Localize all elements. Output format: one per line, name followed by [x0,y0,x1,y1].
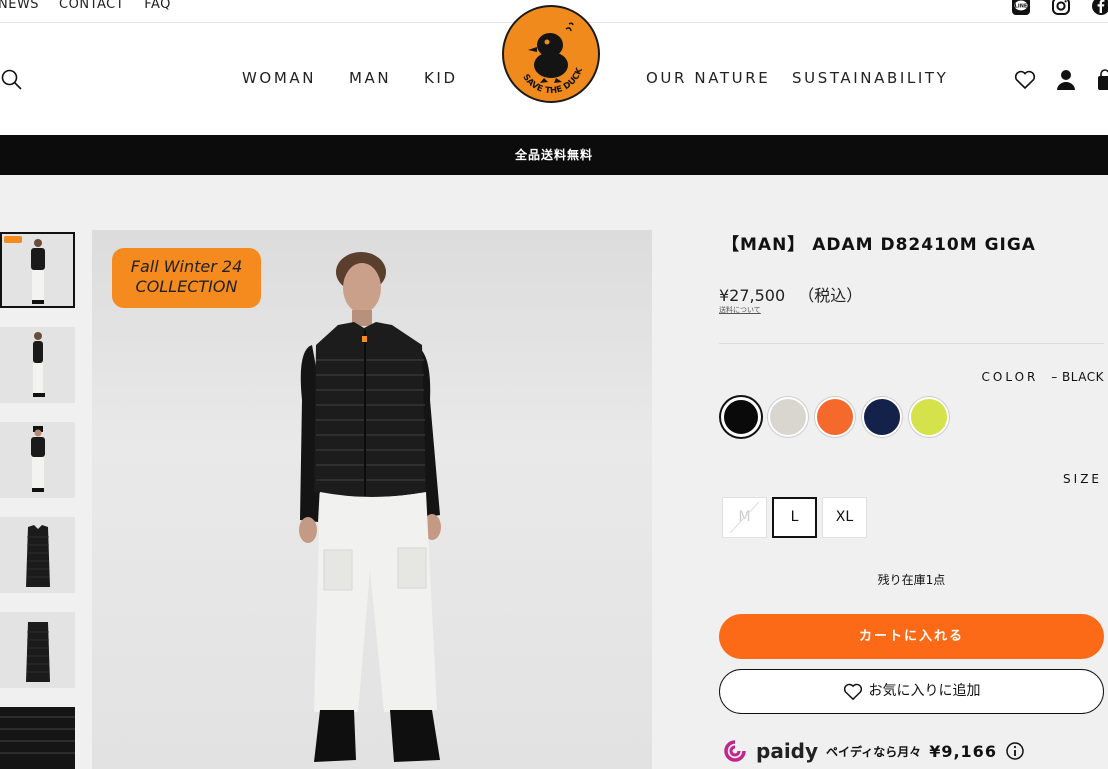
stock-notice: 残り在庫1点 [877,573,946,587]
nav-kid[interactable]: KID [424,69,458,87]
paidy-logo-icon [724,740,746,762]
model-figure [299,252,441,762]
product-title: 【MAN】 ADAM D82410M GIGA [722,235,1036,255]
facebook-icon[interactable] [1090,0,1108,17]
product-main-image[interactable]: Fall Winter 24 COLLECTION [92,230,652,769]
site-header: WOMAN MAN KID SAVE THE DUCK OUR NATURE S… [0,5,1108,135]
thumbnail-hat[interactable] [0,422,75,498]
paidy-installment: paidy ペイディなら月々 ¥9,166 [722,738,1025,764]
color-swatch-beige[interactable] [768,397,808,437]
nav-woman[interactable]: WOMAN [242,69,316,87]
size-options: M L XL [722,497,867,538]
size-option-xl[interactable]: XL [822,497,867,538]
color-label: COLOR – BLACK [982,370,1104,384]
shipping-info-link[interactable]: 送料について [719,305,761,315]
social-links: LINE [1010,0,1108,17]
favorite-label: お気に入りに追加 [868,683,981,699]
paidy-brand: paidy [756,739,819,763]
wishlist-heart-icon[interactable] [1014,70,1036,94]
search-icon[interactable] [0,68,24,92]
color-swatches [721,397,949,437]
thumbnail-vest-back[interactable] [0,612,75,688]
contact-link[interactable]: CONTACT [59,0,124,12]
news-link[interactable]: NEWS [0,0,39,12]
thumbnail-side[interactable] [0,327,75,403]
line-icon[interactable]: LINE [1010,0,1032,17]
info-icon[interactable] [1005,741,1025,761]
nav-sustainability[interactable]: SUSTAINABILITY [792,69,948,87]
price-value: ¥27,500 [719,286,786,305]
color-swatch-lime[interactable] [909,397,949,437]
thumbnail-vest-front[interactable] [0,517,75,593]
header-actions [1014,69,1108,95]
tax-note: （税込） [798,286,863,305]
nav-man[interactable]: MAN [349,69,391,87]
size-option-m[interactable]: M [722,497,767,538]
size-option-l[interactable]: L [772,497,817,538]
paidy-monthly-text: ペイディなら月々 [826,744,922,759]
heart-icon [843,683,862,700]
utility-links: NEWS CONTACT FAQ [0,0,171,12]
color-selected-value: – BLACK [1051,370,1104,384]
divider [719,343,1104,344]
free-shipping-banner: 全品送料無料 [0,135,1108,175]
product-section: Fall Winter 24 COLLECTION 【MAN】 ADAM D82… [0,175,1108,769]
thumbnail-detail[interactable] [0,707,75,769]
nav-our-nature[interactable]: OUR NATURE [646,69,770,87]
faq-link[interactable]: FAQ [144,0,171,12]
svg-text:LINE: LINE [1015,4,1028,10]
color-swatch-navy[interactable] [862,397,902,437]
thumbnail-front[interactable] [0,232,75,308]
add-to-favorites-button[interactable]: お気に入りに追加 [719,669,1104,714]
instagram-icon[interactable] [1050,0,1072,17]
account-icon[interactable] [1056,69,1076,95]
size-label: SIZE [1063,472,1102,486]
color-swatch-black[interactable] [721,397,761,437]
brand-logo[interactable]: SAVE THE DUCK [502,5,600,103]
cart-bag-icon[interactable] [1096,69,1108,95]
paidy-monthly-amount: ¥9,166 [929,741,997,761]
color-swatch-orange[interactable] [815,397,855,437]
product-price-row: ¥27,500 （税込） [719,282,862,306]
add-to-cart-button[interactable]: カートに入れる [719,614,1104,659]
color-label-text: COLOR [981,370,1039,384]
thumbnail-list [0,232,76,769]
